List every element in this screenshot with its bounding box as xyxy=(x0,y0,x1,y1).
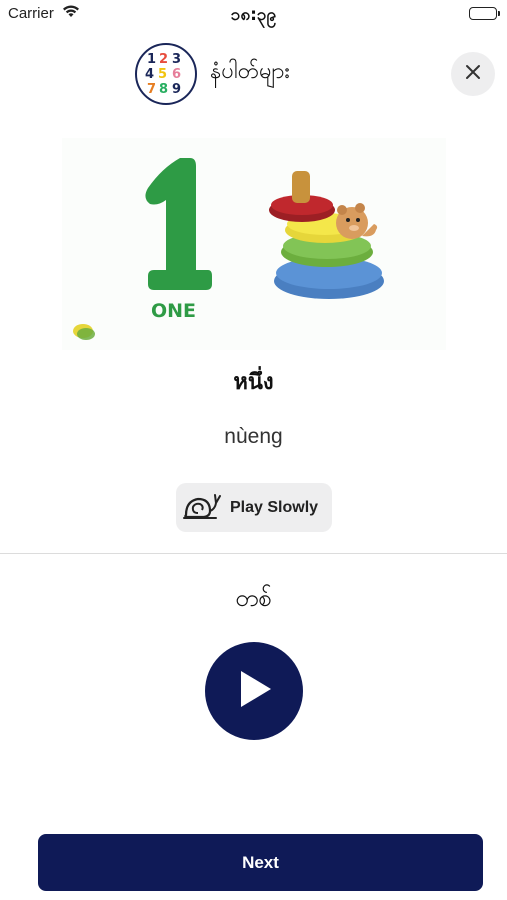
digit-one-illustration: ONE xyxy=(145,158,212,322)
svg-text:3: 3 xyxy=(172,52,181,67)
close-icon xyxy=(465,64,481,85)
play-slowly-label: Play Slowly xyxy=(230,498,319,516)
snail-icon xyxy=(182,489,222,526)
svg-text:2: 2 xyxy=(159,52,168,67)
thai-word: หนึ่ง xyxy=(233,370,274,395)
status-bar: Carrier ၁၈:၃၉ xyxy=(0,0,507,30)
play-audio-button[interactable] xyxy=(205,642,303,740)
numbers-logo-icon: 1 2 3 4 5 6 7 8 9 xyxy=(135,43,197,105)
close-button[interactable] xyxy=(451,52,495,96)
svg-text:4: 4 xyxy=(145,67,154,82)
svg-text:8: 8 xyxy=(159,82,168,97)
svg-text:5: 5 xyxy=(158,67,167,82)
next-button[interactable]: Next xyxy=(38,834,483,891)
svg-text:6: 6 xyxy=(172,67,181,82)
svg-text:7: 7 xyxy=(147,82,156,97)
play-slowly-button[interactable]: Play Slowly xyxy=(176,483,332,532)
ring-stacker-illustration xyxy=(269,171,384,299)
svg-text:9: 9 xyxy=(172,82,181,97)
header: 1 2 3 4 5 6 7 8 9 နံပါတ်များ xyxy=(0,40,507,110)
romanization: nùeng xyxy=(224,425,283,448)
flashcard-image: ONE xyxy=(62,138,446,350)
play-icon xyxy=(233,667,275,716)
burmese-word: တစ် xyxy=(235,584,272,612)
battery-icon xyxy=(469,7,500,20)
ling-watermark-icon xyxy=(73,324,95,340)
clock: ၁၈:၃၉ xyxy=(230,5,277,25)
divider xyxy=(0,553,507,554)
page-title: နံပါတ်များ xyxy=(210,59,290,84)
card-caption: ONE xyxy=(151,300,196,322)
svg-text:1: 1 xyxy=(147,52,156,67)
